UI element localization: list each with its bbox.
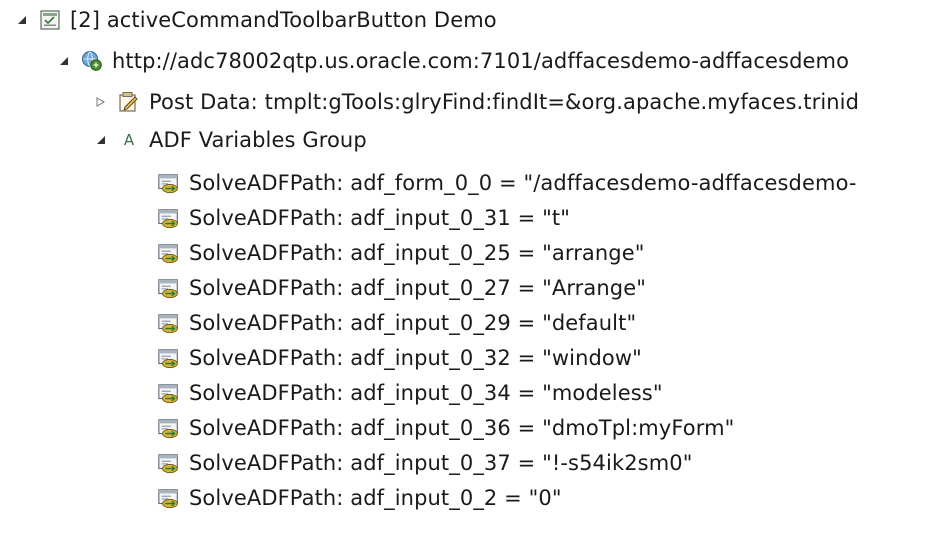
expanded-arrow-icon[interactable] xyxy=(93,132,109,148)
variable-row[interactable]: SolveADFPath: adf_input_0_29 = "default" xyxy=(157,306,636,340)
variable-row[interactable]: SolveADFPath: adf_input_0_36 = "dmoTpl:m… xyxy=(157,411,734,445)
variable-node-icon xyxy=(157,311,181,335)
variable-node-icon xyxy=(157,486,181,510)
variable-row[interactable]: SolveADFPath: adf_input_0_2 = "0" xyxy=(157,481,562,515)
variable-node-icon xyxy=(157,206,181,230)
variable-label: SolveADFPath: adf_input_0_2 = "0" xyxy=(189,486,562,510)
script-step-icon xyxy=(38,8,62,32)
expanded-arrow-icon[interactable] xyxy=(14,12,30,28)
variable-label: SolveADFPath: adf_input_0_27 = "Arrange" xyxy=(189,276,647,300)
variable-node-icon xyxy=(157,416,181,440)
tree-node-adf-variables-group[interactable]: A ADF Variables Group xyxy=(93,123,367,157)
variable-label: SolveADFPath: adf_form_0_0 = "/adffacesd… xyxy=(189,171,857,195)
variable-row[interactable]: SolveADFPath: adf_input_0_31 = "t" xyxy=(157,201,570,235)
variable-node-icon xyxy=(157,451,181,475)
variable-row[interactable]: SolveADFPath: adf_input_0_25 = "arrange" xyxy=(157,236,645,270)
globe-request-icon xyxy=(80,49,104,73)
variable-label: SolveADFPath: adf_input_0_32 = "window" xyxy=(189,346,642,370)
variable-node-icon xyxy=(157,171,181,195)
tree-node-label: [2] activeCommandToolbarButton Demo xyxy=(70,8,497,32)
expanded-arrow-icon[interactable] xyxy=(56,53,72,69)
variable-label: SolveADFPath: adf_input_0_36 = "dmoTpl:m… xyxy=(189,416,735,440)
variable-label: SolveADFPath: adf_input_0_37 = "!-s54ik2… xyxy=(189,451,693,475)
variable-node-icon xyxy=(157,241,181,265)
tree-node-root[interactable]: [2] activeCommandToolbarButton Demo xyxy=(14,3,497,37)
variable-node-icon xyxy=(157,346,181,370)
variable-row[interactable]: SolveADFPath: adf_form_0_0 = "/adffacesd… xyxy=(157,166,857,200)
edit-document-icon xyxy=(117,90,141,114)
post-data-label: Post Data: tmplt:gTools:glryFind:findIt=… xyxy=(149,90,860,114)
variables-group-label: ADF Variables Group xyxy=(149,128,367,152)
variable-label: SolveADFPath: adf_input_0_31 = "t" xyxy=(189,206,570,230)
tree-view: [2] activeCommandToolbarButton Demo http… xyxy=(0,0,932,557)
tree-node-url[interactable]: http://adc78002qtp.us.oracle.com:7101/ad… xyxy=(56,44,849,78)
request-url-label: http://adc78002qtp.us.oracle.com:7101/ad… xyxy=(112,49,850,73)
variable-row[interactable]: SolveADFPath: adf_input_0_34 = "modeless… xyxy=(157,376,663,410)
group-letter-icon: A xyxy=(123,131,135,149)
variable-label: SolveADFPath: adf_input_0_34 = "modeless… xyxy=(189,381,663,405)
variable-row[interactable]: SolveADFPath: adf_input_0_37 = "!-s54ik2… xyxy=(157,446,693,480)
variable-label: SolveADFPath: adf_input_0_29 = "default" xyxy=(189,311,637,335)
variable-node-icon xyxy=(157,381,181,405)
variable-row[interactable]: SolveADFPath: adf_input_0_27 = "Arrange" xyxy=(157,271,646,305)
variable-label: SolveADFPath: adf_input_0_25 = "arrange" xyxy=(189,241,645,265)
variable-row[interactable]: SolveADFPath: adf_input_0_32 = "window" xyxy=(157,341,642,375)
collapsed-arrow-icon[interactable] xyxy=(93,94,109,110)
variable-node-icon xyxy=(157,276,181,300)
tree-node-post-data[interactable]: Post Data: tmplt:gTools:glryFind:findIt=… xyxy=(93,85,859,119)
